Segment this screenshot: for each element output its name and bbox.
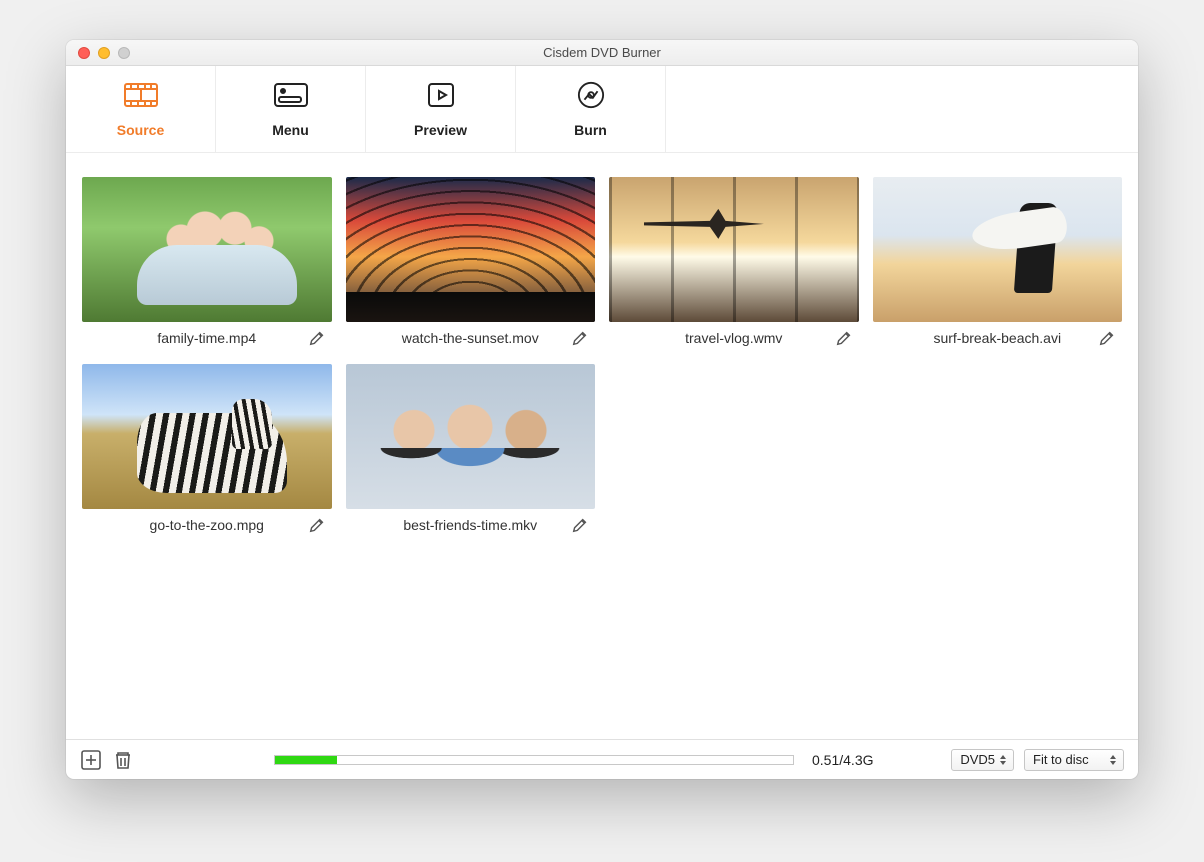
tab-source[interactable]: Source	[66, 66, 216, 152]
fit-mode-select[interactable]: Fit to disc	[1024, 749, 1124, 771]
tab-menu[interactable]: Menu	[216, 66, 366, 152]
pencil-icon[interactable]	[571, 516, 589, 534]
updown-icon	[1107, 752, 1119, 768]
disc-type-value: DVD5	[960, 752, 995, 767]
clip-caption-row: go-to-the-zoo.mpg	[82, 509, 332, 535]
filmstrip-icon	[124, 81, 158, 112]
pencil-icon[interactable]	[571, 329, 589, 347]
fit-mode-value: Fit to disc	[1033, 752, 1089, 767]
disc-capacity-fill	[275, 756, 337, 764]
play-preview-icon	[424, 81, 458, 112]
clip-caption-row: watch-the-sunset.mov	[346, 322, 596, 348]
pencil-icon[interactable]	[308, 329, 326, 347]
tab-preview[interactable]: Preview	[366, 66, 516, 152]
clip-filename: family-time.mp4	[86, 330, 328, 346]
menu-template-icon	[274, 81, 308, 112]
clip-caption-row: best-friends-time.mkv	[346, 509, 596, 535]
clip-caption-row: family-time.mp4	[82, 322, 332, 348]
pencil-icon[interactable]	[308, 516, 326, 534]
minimize-window-button[interactable]	[98, 47, 110, 59]
pencil-icon[interactable]	[835, 329, 853, 347]
clip-item[interactable]: travel-vlog.wmv	[609, 177, 859, 348]
window-title: Cisdem DVD Burner	[66, 45, 1138, 60]
clip-item[interactable]: family-time.mp4	[82, 177, 332, 348]
app-window: Cisdem DVD Burner Source	[66, 40, 1138, 779]
clip-filename: watch-the-sunset.mov	[350, 330, 592, 346]
tab-label: Source	[117, 122, 164, 138]
delete-clip-button[interactable]	[112, 749, 134, 771]
disc-burn-icon	[574, 81, 608, 112]
add-clip-button[interactable]	[80, 749, 102, 771]
updown-icon	[997, 752, 1009, 768]
clip-filename: travel-vlog.wmv	[613, 330, 855, 346]
bottom-bar: 0.51/4.3G DVD5 Fit to disc	[66, 739, 1138, 779]
clip-filename: go-to-the-zoo.mpg	[86, 517, 328, 533]
disc-size-label: 0.51/4.3G	[812, 752, 874, 768]
close-window-button[interactable]	[78, 47, 90, 59]
clip-item[interactable]: surf-break-beach.avi	[873, 177, 1123, 348]
clip-caption-row: travel-vlog.wmv	[609, 322, 859, 348]
disc-type-select[interactable]: DVD5	[951, 749, 1014, 771]
clip-item[interactable]: watch-the-sunset.mov	[346, 177, 596, 348]
clip-thumbnail[interactable]	[346, 177, 596, 322]
clips-grid: family-time.mp4 watch-the-sunset.mov trave…	[82, 177, 1122, 535]
titlebar: Cisdem DVD Burner	[66, 40, 1138, 66]
clip-item[interactable]: best-friends-time.mkv	[346, 364, 596, 535]
tab-label: Burn	[574, 122, 607, 138]
clip-item[interactable]: go-to-the-zoo.mpg	[82, 364, 332, 535]
tab-label: Menu	[272, 122, 309, 138]
clip-thumbnail[interactable]	[82, 364, 332, 509]
traffic-lights	[66, 47, 130, 59]
main-toolbar: Source Menu Preview	[66, 66, 1138, 153]
clip-thumbnail[interactable]	[82, 177, 332, 322]
tab-burn[interactable]: Burn	[516, 66, 666, 152]
clip-filename: best-friends-time.mkv	[350, 517, 592, 533]
content-area: family-time.mp4 watch-the-sunset.mov trave…	[66, 153, 1138, 739]
clip-thumbnail[interactable]	[873, 177, 1123, 322]
clip-thumbnail[interactable]	[609, 177, 859, 322]
zoom-window-button[interactable]	[118, 47, 130, 59]
clip-thumbnail[interactable]	[346, 364, 596, 509]
clip-filename: surf-break-beach.avi	[877, 330, 1119, 346]
pencil-icon[interactable]	[1098, 329, 1116, 347]
disc-capacity-bar	[274, 755, 794, 765]
tab-label: Preview	[414, 122, 467, 138]
clip-caption-row: surf-break-beach.avi	[873, 322, 1123, 348]
